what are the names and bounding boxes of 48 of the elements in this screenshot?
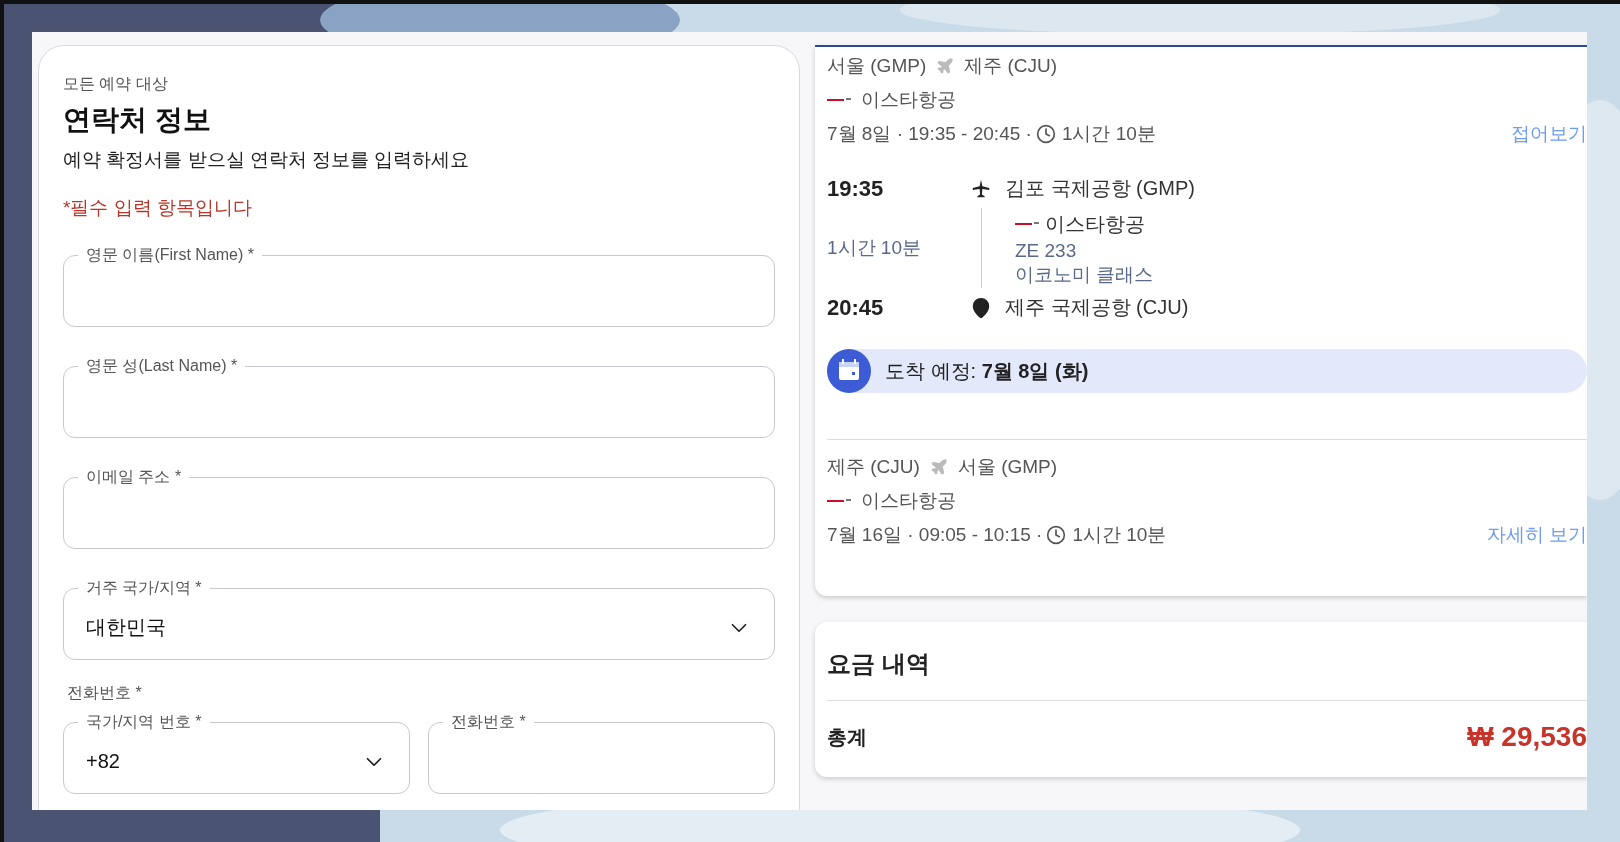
field-label: 이메일 주소 * (85, 467, 183, 487)
field-label: 국가/지역 번호 * (85, 712, 203, 732)
cabin-class: 이코노미 클래스 (1015, 262, 1155, 287)
input-field[interactable]: 영문 성(Last Name) * (63, 356, 775, 438)
departure-time: 19:35 (827, 175, 885, 202)
flight-schedule: 7월 8일 · 19:35 - 20:45 · (827, 122, 1032, 146)
field-label: 전화번호 * (450, 712, 527, 732)
total-price: ₩ 29,536 (1467, 721, 1587, 753)
location-pin-icon (970, 296, 992, 319)
section-title: 연락처 정보 (63, 103, 212, 137)
select-field[interactable]: 거주 국가/지역 * 대한민국 (63, 578, 775, 660)
route-destination: 서울 (GMP) (957, 455, 1058, 479)
section-subtitle: 예약 확정서를 받으실 연락처 정보를 입력하세요 (63, 148, 471, 172)
input-field[interactable]: 전화번호 * (428, 712, 775, 794)
flight-duration: 1시간 10분 (1072, 523, 1167, 547)
input-field[interactable]: 영문 이름(First Name) * (63, 245, 775, 327)
phone-label: 전화번호 * (67, 683, 143, 703)
airline-logo-icon (827, 498, 851, 504)
route-destination: 제주 (CJU) (964, 54, 1058, 78)
price-title: 요금 내역 (827, 648, 1587, 701)
airline-name: 이스타항공 (861, 88, 956, 112)
arrival-time: 20:45 (827, 294, 885, 321)
flight-schedule: 7월 16일 · 09:05 - 10:15 · (827, 523, 1043, 547)
field-label: 영문 성(Last Name) * (85, 356, 239, 376)
plane-icon (929, 458, 948, 476)
calendar-icon (827, 349, 871, 393)
required-note: *필수 입력 항목입니다 (63, 196, 253, 220)
select-field[interactable]: 국가/지역 번호 * +82 (63, 712, 410, 794)
arrival-text: 도착 예정: 7월 8일 (화) (885, 358, 1089, 384)
flight-duration: 1시간 10분 (827, 236, 922, 260)
departure-airport: 김포 국제공항 (GMP) (1005, 176, 1196, 201)
airline-logo-icon (827, 97, 851, 103)
route-origin: 서울 (GMP) (827, 54, 927, 78)
airline-name: 이스타항공 (861, 489, 956, 513)
total-label: 총계 (827, 724, 867, 750)
clock-icon (1046, 525, 1067, 545)
airline-name: 이스타항공 (1045, 211, 1145, 237)
flight-number: ZE 233 (1015, 239, 1078, 262)
route-origin: 제주 (CJU) (827, 455, 920, 479)
arrival-airport: 제주 국제공항 (CJU) (1005, 295, 1190, 320)
plane-icon (936, 57, 955, 75)
input-field[interactable]: 이메일 주소 * (63, 467, 775, 549)
section-eyebrow: 모든 예약 대상 (63, 74, 169, 94)
clock-icon (1035, 124, 1056, 144)
field-label: 영문 이름(First Name) * (85, 245, 255, 265)
airline-logo-icon (1015, 221, 1039, 227)
field-label: 거주 국가/지역 * (85, 578, 203, 598)
flight-duration: 1시간 10분 (1061, 122, 1156, 146)
